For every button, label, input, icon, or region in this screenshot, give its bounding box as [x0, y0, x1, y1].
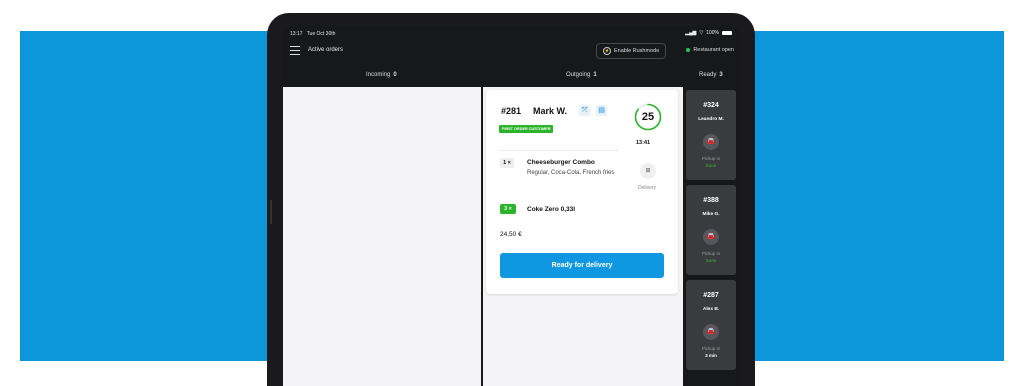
pickup-label: Pickup in — [701, 156, 721, 161]
pickup-label: Pickup in — [701, 346, 721, 351]
pickup-eta: 3 min — [705, 353, 717, 358]
rushmode-label: Enable Rushmode — [614, 48, 660, 54]
pickup-eta: Soon — [705, 258, 717, 263]
item-name: Cheeseburger Combo — [527, 159, 595, 166]
delivery-icon: ⊞ — [640, 163, 656, 179]
customer-name: Mark W. — [533, 106, 568, 116]
car-icon: 🚘 — [703, 229, 719, 245]
status-dot-icon — [686, 48, 691, 52]
ready-customer-name: Leandro M. — [698, 117, 724, 122]
ready-order-number: #388 — [703, 197, 719, 204]
status-time: 13:17 Tue Oct 30th — [290, 31, 336, 37]
menu-icon[interactable] — [290, 46, 300, 55]
item-quantity: 1 × — [500, 158, 514, 168]
tab-outgoing[interactable]: Outgoing 1 — [566, 72, 597, 78]
app-bar: Active orders ⚡ Enable Rushmode Restaura… — [282, 42, 740, 66]
restaurant-status-label: Restaurant open — [693, 47, 734, 53]
order-number: #281 — [501, 106, 522, 116]
order-card[interactable]: #281 Mark W. ⤧ ▤ FIRST ORDER CUSTOMER 25… — [486, 90, 678, 294]
expand-icon[interactable]: ⤧ — [579, 105, 590, 116]
ready-order-number: #287 — [703, 292, 719, 299]
item-modifiers: Regular, Coca-Cola, French fries — [527, 170, 615, 176]
order-timer: 25 — [634, 103, 662, 131]
order-time: 13:41 — [636, 140, 651, 146]
first-order-badge: FIRST ORDER CUSTOMER — [499, 125, 554, 133]
item-quantity: 3 × — [500, 204, 516, 214]
ready-customer-name: Alex B. — [702, 307, 720, 312]
ready-customer-name: Mike G. — [702, 212, 720, 217]
status-indicators: ▂▄▆ ▽ 100% — [685, 30, 732, 36]
signal-icon: ▂▄▆ — [685, 30, 697, 36]
tablet-screen: 13:17 Tue Oct 30th ▂▄▆ ▽ 100% Active ord… — [282, 26, 740, 386]
chat-icon[interactable]: ▤ — [596, 105, 607, 116]
car-icon: 🚘 — [703, 324, 719, 340]
ready-order-card[interactable]: #324 Leandro M. 🚘 Pickup in Soon — [686, 90, 736, 180]
delivery-label: Delivery — [638, 185, 657, 191]
pickup-eta: Soon — [705, 163, 717, 168]
ready-for-delivery-button[interactable]: Ready for delivery — [500, 253, 664, 278]
status-bar: 13:17 Tue Oct 30th ▂▄▆ ▽ 100% — [282, 26, 740, 42]
order-tabs: Incoming 0 Outgoing 1 Ready 3 — [282, 66, 740, 86]
page-title: Active orders — [308, 47, 344, 53]
rushmode-icon: ⚡ — [603, 47, 611, 55]
car-icon: 🚘 — [703, 134, 719, 150]
item-name: Coke Zero 0,33l — [527, 206, 576, 213]
tab-incoming[interactable]: Incoming 0 — [366, 72, 397, 78]
tab-ready[interactable]: Ready 3 — [699, 72, 723, 78]
divider — [499, 150, 619, 151]
enable-rushmode-button[interactable]: ⚡ Enable Rushmode — [596, 43, 667, 59]
ready-order-card[interactable]: #287 Alex B. 🚘 Pickup in 3 min — [686, 280, 736, 370]
wifi-icon: ▽ — [699, 30, 704, 36]
timer-minutes: 25 — [641, 111, 655, 123]
battery-icon — [722, 31, 732, 35]
ready-order-card[interactable]: #388 Mike G. 🚘 Pickup in Soon — [686, 185, 736, 275]
battery-level: 100% — [706, 30, 719, 36]
restaurant-status[interactable]: Restaurant open — [686, 47, 734, 53]
tablet-side-button — [270, 200, 272, 224]
incoming-column — [283, 87, 481, 386]
order-total: 24,50 € — [500, 231, 522, 238]
pickup-label: Pickup in — [701, 251, 721, 256]
ready-order-number: #324 — [703, 102, 719, 109]
